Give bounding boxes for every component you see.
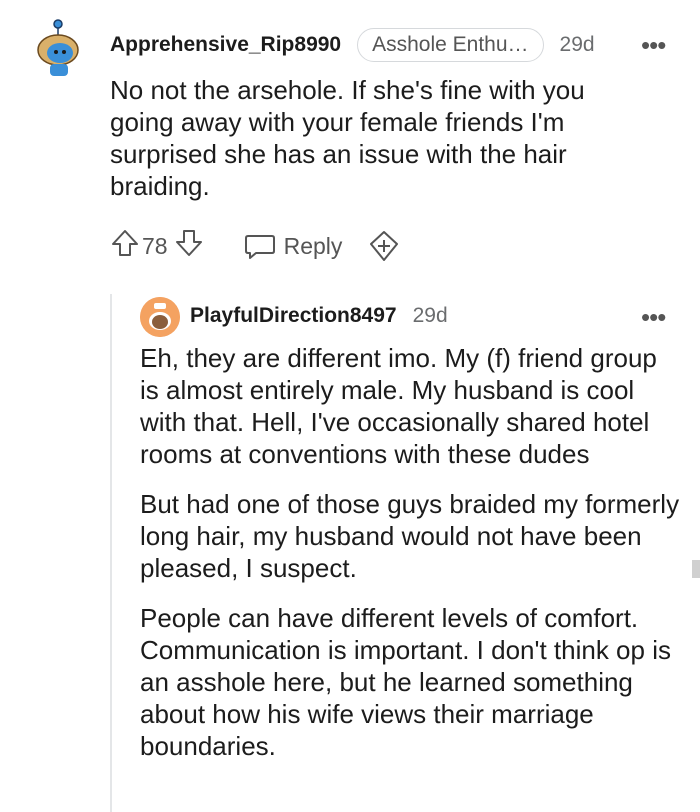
more-options-button[interactable]: ••• xyxy=(641,304,666,330)
scrollbar-thumb[interactable] xyxy=(692,560,700,578)
user-avatar[interactable] xyxy=(140,297,180,337)
comment-paragraph: Eh, they are different imo. My (f) frien… xyxy=(140,343,657,469)
snoo-avatar-icon xyxy=(37,19,79,76)
upvote-icon[interactable] xyxy=(110,228,140,264)
comment-body: Eh, they are different imo. My (f) frien… xyxy=(140,342,680,762)
snoo-avatar-icon xyxy=(140,297,180,337)
username[interactable]: Apprehensive_Rip8990 xyxy=(110,33,341,57)
comment-age: 29d xyxy=(559,33,595,56)
username[interactable]: PlayfulDirection8497 xyxy=(190,304,397,328)
thread-line[interactable] xyxy=(110,294,112,812)
award-plus-icon xyxy=(370,231,399,261)
vote-count: 78 xyxy=(142,232,168,259)
downvote-icon[interactable] xyxy=(174,228,204,264)
reply-button[interactable]: Reply xyxy=(244,231,343,261)
award-button[interactable] xyxy=(368,230,400,262)
comment-paragraph: People can have different levels of comf… xyxy=(140,603,671,761)
more-options-button[interactable]: ••• xyxy=(641,32,666,58)
comment-paragraph: But had one of those guys braided my for… xyxy=(140,489,680,583)
reply-bubble-icon xyxy=(244,235,275,259)
comment-body: No not the arsehole. If she's fine with … xyxy=(110,74,650,202)
user-flair: Asshole Enthu… xyxy=(357,28,544,62)
comment-paragraph: No not the arsehole. If she's fine with … xyxy=(110,75,585,201)
reply-label: Reply xyxy=(283,232,343,259)
comment-actions: 78 Reply xyxy=(110,228,400,264)
user-avatar[interactable] xyxy=(30,18,86,76)
comment-age: 29d xyxy=(412,304,448,327)
